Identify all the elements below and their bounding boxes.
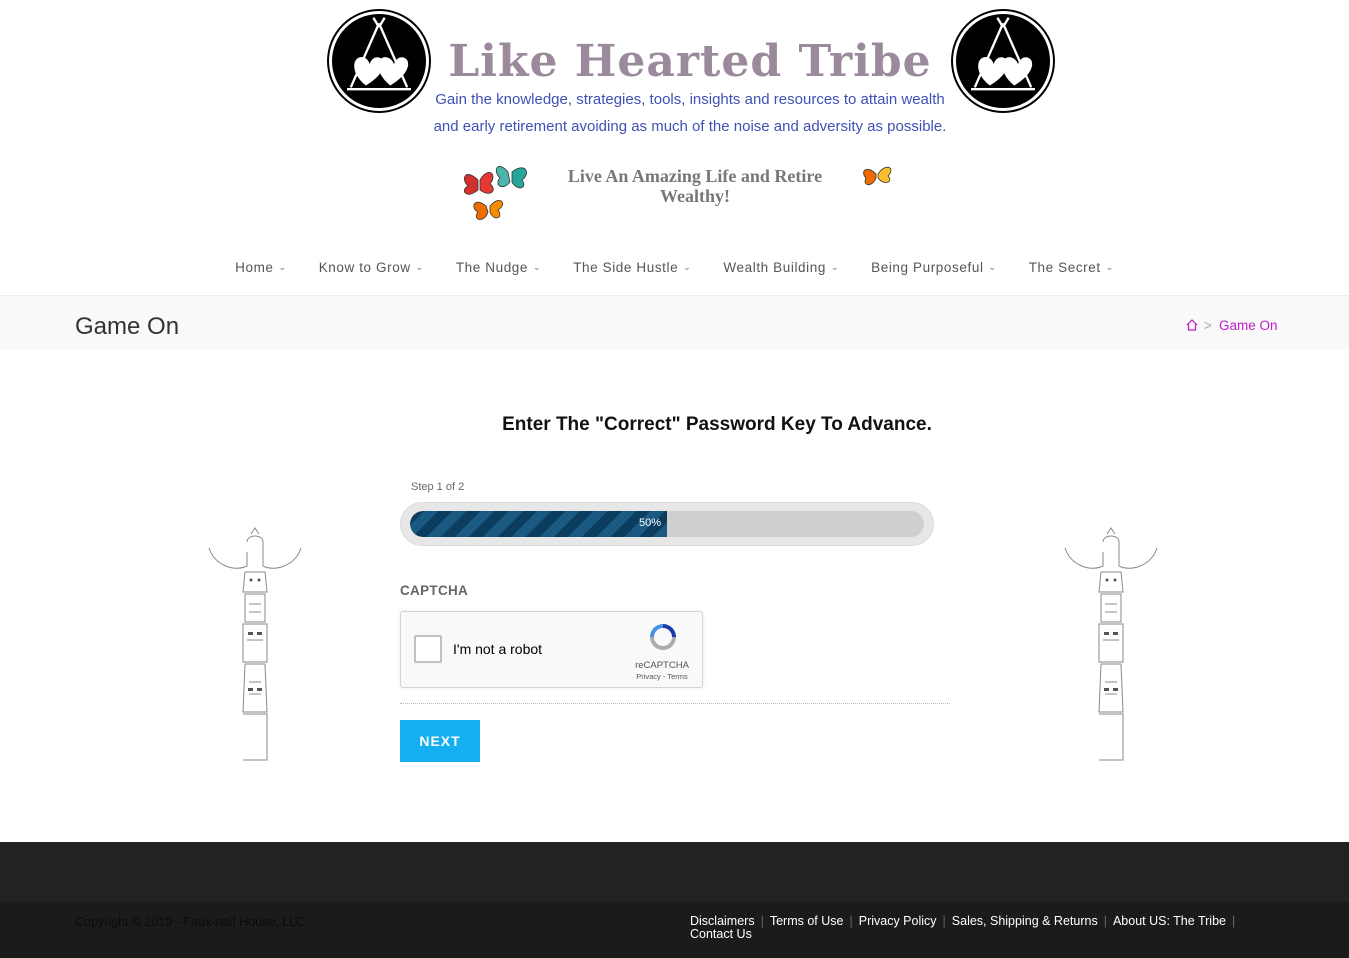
totem-pole-icon — [1064, 527, 1158, 761]
recaptcha-widget: I'm not a robot reCAPTCHA Privacy - Term… — [400, 611, 703, 688]
butterfly-cluster-image — [458, 160, 533, 228]
home-icon — [1186, 319, 1198, 331]
footer-links: Disclaimers | Terms of Use | Privacy Policy |… — [690, 915, 1250, 940]
footer-link-privacy-policy[interactable]: Privacy Policy — [859, 914, 937, 928]
nav-item-know-to-grow[interactable]: Know to Grow ⌄ — [303, 252, 440, 282]
nav-item-being-purposeful[interactable]: Being Purposeful ⌄ — [855, 252, 1013, 282]
breadcrumb-separator: > — [1204, 318, 1212, 333]
butterfly-small-image — [858, 160, 896, 190]
footer-widgets — [0, 842, 1349, 902]
divider: | — [760, 914, 764, 928]
page-title: Game On — [75, 313, 180, 340]
breadcrumb-current[interactable]: Game On — [1219, 318, 1278, 333]
nav-item-the-secret[interactable]: The Secret ⌄ — [1013, 252, 1130, 282]
recaptcha-privacy-terms-links[interactable]: Privacy - Terms — [629, 672, 695, 681]
site-title[interactable]: Like Hearted Tribe — [390, 36, 990, 87]
butterfly-icon — [464, 166, 527, 220]
nav-item-label: Know to Grow — [318, 259, 411, 275]
form-divider — [400, 703, 950, 704]
divider: | — [1231, 914, 1236, 928]
form-heading: Enter The "Correct" Password Key To Adva… — [502, 414, 932, 435]
nav-item-the-nudge[interactable]: The Nudge ⌄ — [440, 252, 557, 282]
chevron-down-icon: ⌄ — [1105, 261, 1114, 272]
nav-item-wealth-building[interactable]: Wealth Building ⌄ — [707, 252, 855, 282]
copyright-text: Copyright © 2019 - Faux-naif House, LLC — [75, 915, 306, 929]
totem-pole-icon — [208, 527, 302, 761]
nav-item-label: The Secret — [1028, 259, 1101, 275]
progress-fill: 50% — [410, 511, 667, 537]
step-indicator: Step 1 of 2 — [411, 481, 465, 493]
next-button[interactable]: NEXT — [400, 720, 480, 762]
recaptcha-checkbox-label: I'm not a robot — [453, 641, 543, 657]
tagline-line-2: and early retirement avoiding as much of… — [433, 118, 947, 135]
tagline-line-1: Gain the knowledge, strategies, tools, i… — [435, 91, 945, 108]
chevron-down-icon: ⌄ — [533, 261, 542, 272]
footer-link-terms-of-use[interactable]: Terms of Use — [770, 914, 844, 928]
divider: | — [849, 914, 853, 928]
footer-link-sales-shipping-returns[interactable]: Sales, Shipping & Returns — [952, 914, 1098, 928]
nav-item-label: Wealth Building — [723, 259, 826, 275]
recaptcha-brand: reCAPTCHA — [635, 660, 689, 671]
totem-pole-image-right — [1031, 462, 1191, 762]
nav-item-home[interactable]: Home ⌄ — [219, 252, 303, 282]
chevron-down-icon: ⌄ — [988, 261, 997, 272]
breadcrumb-home[interactable] — [1185, 318, 1199, 335]
progress-label: 50% — [638, 517, 661, 529]
page-header-bar — [0, 295, 1349, 350]
totem-pole-image-left — [175, 462, 335, 762]
recaptcha-logo-icon — [639, 620, 687, 656]
footer-link-contact-us[interactable]: Contact Us — [690, 927, 752, 941]
butterfly-icon — [863, 166, 892, 186]
recaptcha-checkbox[interactable] — [414, 635, 442, 663]
chevron-down-icon: ⌄ — [415, 261, 424, 272]
nav-item-label: The Nudge — [455, 259, 529, 275]
chevron-down-icon: ⌄ — [830, 261, 840, 272]
nav-item-the-side-hustle[interactable]: The Side Hustle ⌄ — [557, 252, 707, 282]
slogan: Live An Amazing Life and Retire Wealthy! — [567, 166, 823, 206]
main-nav: Home ⌄ Know to Grow ⌄ The Nudge ⌄ The Side … — [0, 252, 1349, 282]
nav-item-label: Home — [235, 259, 274, 275]
divider: | — [942, 914, 946, 928]
divider: | — [1103, 914, 1107, 928]
footer-link-about-us[interactable]: About US: The Tribe — [1113, 914, 1226, 928]
progress-bar: 50% — [410, 511, 924, 537]
chevron-down-icon: ⌄ — [278, 261, 287, 272]
chevron-down-icon: ⌄ — [683, 261, 692, 272]
nav-item-label: The Side Hustle — [573, 259, 679, 275]
captcha-label: CAPTCHA — [400, 583, 469, 598]
nav-item-label: Being Purposeful — [871, 259, 984, 275]
